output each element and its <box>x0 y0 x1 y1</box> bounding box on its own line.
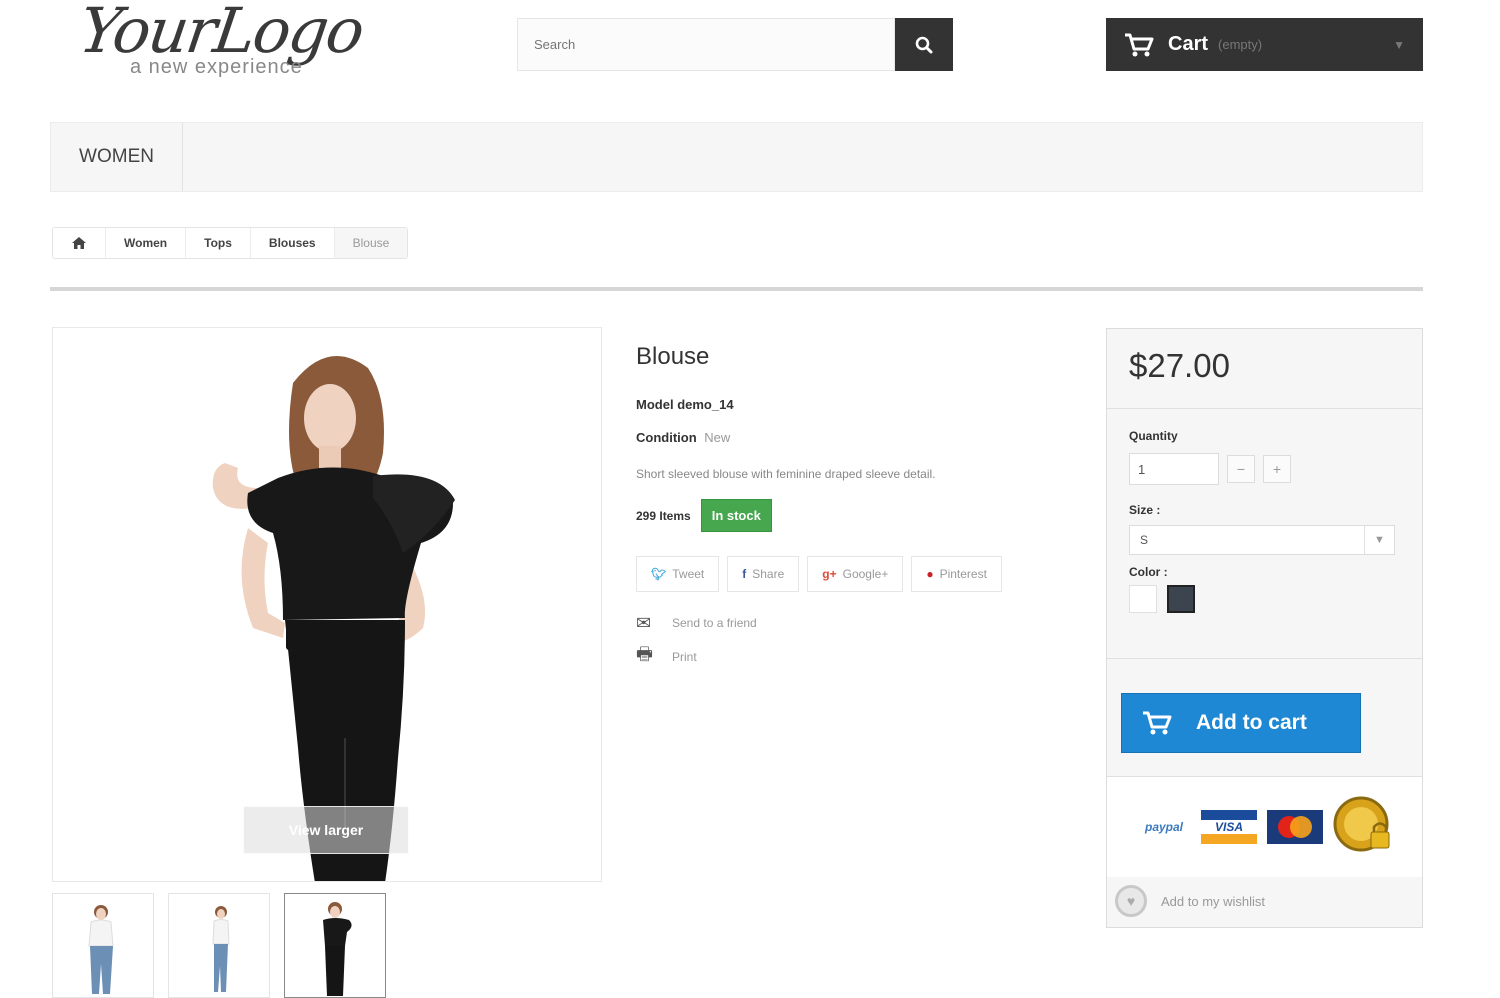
search-bar <box>517 18 953 71</box>
search-icon <box>915 36 933 53</box>
thumbnail-2[interactable] <box>168 893 270 998</box>
print-link[interactable]: 🖶︎ Print <box>636 640 1056 674</box>
payment-logos: paypal VISA <box>1107 777 1422 877</box>
share-label: Share <box>752 567 785 581</box>
thumbnail-photo <box>212 906 230 992</box>
plus-icon: + <box>1272 461 1282 477</box>
quantity-label: Quantity <box>1129 429 1178 443</box>
size-label: Size : <box>1129 503 1161 517</box>
send-to-friend-link[interactable]: ✉ Send to a friend <box>636 606 1056 640</box>
visa-logo: VISA <box>1201 810 1257 844</box>
stock-row: 299 Items In stock <box>636 499 1056 532</box>
twitter-icon: 🐦︎ <box>651 567 667 581</box>
breadcrumb-current: Blouse <box>334 228 408 258</box>
color-swatch-white[interactable] <box>1129 585 1157 613</box>
model-value: demo_14 <box>677 397 734 412</box>
stock-badge: In stock <box>700 499 772 532</box>
lock-badge-icon <box>1333 796 1390 852</box>
google-plus-label: Google+ <box>842 567 889 581</box>
color-swatch-black[interactable] <box>1167 585 1195 613</box>
share-button[interactable]: f Share <box>727 556 800 592</box>
google-plus-button[interactable]: g+ Google+ <box>807 556 904 592</box>
tweet-button[interactable]: 🐦︎ Tweet <box>636 556 720 592</box>
quantity-row: − + <box>1129 453 1400 485</box>
print-label: Print <box>672 650 697 664</box>
menu-item-women[interactable]: Women <box>51 123 183 191</box>
shopping-cart-icon <box>1143 711 1172 735</box>
pinterest-button[interactable]: ● Pinterest <box>911 556 1002 592</box>
view-larger-button[interactable]: View larger <box>243 806 409 854</box>
product-options: Quantity − + Size : S ▼ Color : <box>1107 409 1422 659</box>
breadcrumb-home[interactable] <box>53 228 106 258</box>
send-to-friend-label: Send to a friend <box>672 616 757 630</box>
condition-value: New <box>704 430 731 445</box>
mastercard-logo <box>1267 810 1323 844</box>
google-plus-icon: g+ <box>822 567 837 581</box>
shopping-cart-icon <box>1125 33 1154 56</box>
add-to-cart-block: Add to cart <box>1107 659 1422 777</box>
social-share: 🐦︎ Tweet f Share g+ Google+ ● Pinterest <box>636 556 1056 592</box>
product-photo <box>212 356 455 881</box>
thumbnail-1[interactable] <box>52 893 154 998</box>
pinterest-icon: ● <box>926 567 934 581</box>
product-main-image[interactable]: View larger <box>52 327 602 882</box>
size-select[interactable]: S ▼ <box>1129 525 1395 555</box>
home-icon <box>72 237 86 249</box>
thumbnail-photo <box>88 905 114 994</box>
product-price: $27.00 <box>1129 347 1230 384</box>
main-menu: Women <box>50 122 1423 192</box>
thumbnail-3[interactable] <box>284 893 386 998</box>
product-title: Blouse <box>636 343 710 370</box>
chevron-down-icon: ▼ <box>1393 37 1405 52</box>
breadcrumb-tops[interactable]: Tops <box>186 228 251 258</box>
pinterest-label: Pinterest <box>939 567 987 581</box>
size-value: S <box>1140 533 1149 547</box>
breadcrumb-blouses[interactable]: Blouses <box>251 228 335 258</box>
quantity-increase-button[interactable]: + <box>1263 455 1291 483</box>
quantity-input[interactable] <box>1129 453 1219 485</box>
logo-tagline: a new experience <box>130 56 303 78</box>
tweet-label: Tweet <box>672 567 705 581</box>
cart-status: (empty) <box>1218 37 1263 52</box>
envelope-icon: ✉ <box>636 612 652 633</box>
chevron-down-icon: ▼ <box>1364 526 1394 554</box>
minus-icon: − <box>1236 461 1246 477</box>
cart-button[interactable]: Cart (empty) ▼ <box>1106 18 1423 71</box>
divider <box>50 287 1423 291</box>
product-model: Model demo_14 <box>636 397 1056 412</box>
site-logo[interactable]: YourLogo a new experience <box>75 0 420 90</box>
search-button[interactable] <box>895 18 953 71</box>
paypal-logo: paypal <box>1144 820 1183 834</box>
printer-icon: 🖶︎ <box>636 644 653 664</box>
facebook-icon: f <box>742 567 747 581</box>
product-links: ✉ Send to a friend 🖶︎ Print <box>636 606 1056 674</box>
add-to-cart-button[interactable]: Add to cart <box>1121 693 1361 753</box>
color-label: Color : <box>1129 565 1168 579</box>
search-input[interactable] <box>517 18 895 71</box>
items-count: 299 Items <box>636 508 691 523</box>
breadcrumb-women[interactable]: Women <box>106 228 187 258</box>
product-description: Short sleeved blouse with feminine drape… <box>636 467 936 481</box>
condition-label: Condition <box>636 430 697 445</box>
heart-icon: ♥ <box>1115 885 1147 917</box>
product-condition: Condition New <box>636 430 1056 445</box>
wishlist-label: Add to my wishlist <box>1161 893 1266 909</box>
product-info: Blouse Model demo_14 Condition New Short… <box>636 343 1056 674</box>
thumbnail-list <box>52 893 386 998</box>
thumbnail-photo <box>323 902 352 996</box>
color-swatches <box>1129 585 1400 613</box>
add-to-wishlist-link[interactable]: ♥ Add to my wishlist <box>1115 885 1265 917</box>
mastercard-icon <box>1278 816 1312 838</box>
secure-badge <box>1333 796 1395 858</box>
quantity-decrease-button[interactable]: − <box>1227 455 1255 483</box>
price-block: $27.00 <box>1107 329 1422 409</box>
model-label: Model <box>636 397 674 412</box>
buy-box: $27.00 Quantity − + Size : S ▼ Color : A… <box>1106 328 1423 928</box>
cart-label: Cart <box>1168 33 1209 55</box>
breadcrumb: Women Tops Blouses Blouse <box>52 227 409 259</box>
add-to-cart-label: Add to cart <box>1196 711 1307 734</box>
